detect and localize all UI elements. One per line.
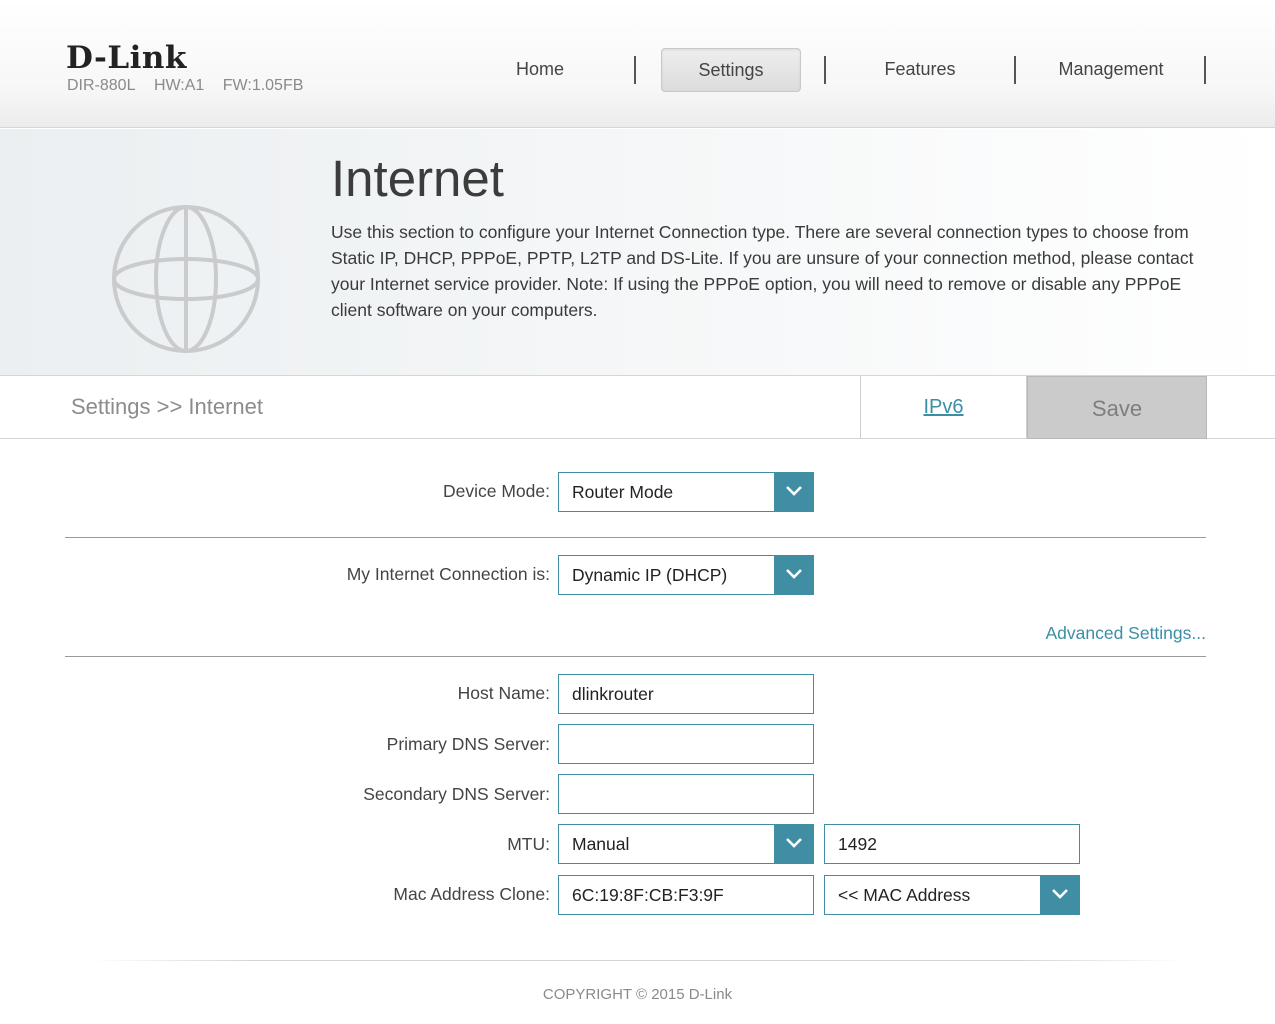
footer-divider — [90, 960, 1185, 961]
page-banner: Internet Use this section to configure y… — [0, 129, 1275, 375]
header: D-Link DIR-880L HW:A1 FW:1.05FB Home Set… — [0, 0, 1275, 128]
chevron-down-icon[interactable] — [1040, 875, 1080, 915]
secondary-dns-label: Secondary DNS Server: — [363, 784, 550, 804]
primary-dns-input[interactable] — [558, 724, 814, 764]
section-divider — [65, 537, 1206, 538]
chevron-down-icon[interactable] — [774, 824, 814, 864]
section-divider — [65, 656, 1206, 657]
mtu-value-input[interactable]: 1492 — [824, 824, 1080, 864]
nav-separator — [1204, 56, 1206, 84]
nav-home[interactable]: Home — [480, 48, 600, 92]
page-description: Use this section to configure your Inter… — [331, 222, 1194, 320]
mtu-mode-value: Manual — [572, 834, 630, 854]
connection-type-select[interactable]: Dynamic IP (DHCP) — [558, 555, 814, 595]
advanced-settings-link[interactable]: Advanced Settings... — [1045, 623, 1206, 644]
globe-icon — [112, 205, 260, 353]
firmware-version: FW:1.05FB — [222, 77, 304, 94]
connection-type-value: Dynamic IP (DHCP) — [572, 565, 728, 585]
host-name-label: Host Name: — [457, 683, 550, 703]
nav-separator — [1014, 56, 1016, 84]
device-info: DIR-880L HW:A1 FW:1.05FB — [67, 77, 317, 95]
chevron-down-icon[interactable] — [774, 555, 814, 595]
mac-address-select[interactable]: << MAC Address — [824, 875, 1080, 915]
host-name-input[interactable]: dlinkrouter — [558, 674, 814, 714]
mtu-label: MTU: — [507, 834, 550, 854]
mac-address-select-value: << MAC Address — [838, 885, 971, 905]
mac-clone-label: Mac Address Clone: — [393, 884, 550, 904]
device-mode-label: Device Mode: — [443, 481, 550, 501]
chevron-down-icon[interactable] — [774, 472, 814, 512]
hardware-version: HW:A1 — [153, 77, 205, 94]
dlink-logo: D-Link — [66, 40, 187, 76]
device-mode-select[interactable]: Router Mode — [558, 472, 814, 512]
device-mode-value: Router Mode — [572, 482, 674, 502]
nav-features[interactable]: Features — [860, 48, 980, 92]
secondary-dns-input[interactable] — [558, 774, 814, 814]
page-title: Internet — [331, 150, 504, 207]
copyright-text: COPYRIGHT © 2015 D-Link — [542, 986, 733, 1003]
mac-address-input[interactable]: 6C:19:8F:CB:F3:9F — [558, 875, 814, 915]
nav-management[interactable]: Management — [1040, 48, 1182, 92]
ipv6-link[interactable]: IPv6 — [860, 376, 1027, 439]
primary-dns-label: Primary DNS Server: — [386, 734, 550, 754]
subbar: Settings >> Internet IPv6 Save — [0, 375, 1275, 439]
breadcrumb: Settings >> Internet — [71, 394, 264, 419]
model-name: DIR-880L — [67, 77, 136, 94]
connection-type-label: My Internet Connection is: — [346, 564, 550, 584]
mtu-mode-select[interactable]: Manual — [558, 824, 814, 864]
nav-separator — [824, 56, 826, 84]
nav-settings[interactable]: Settings — [661, 48, 801, 92]
save-button[interactable]: Save — [1027, 376, 1207, 439]
nav-separator — [634, 56, 636, 84]
